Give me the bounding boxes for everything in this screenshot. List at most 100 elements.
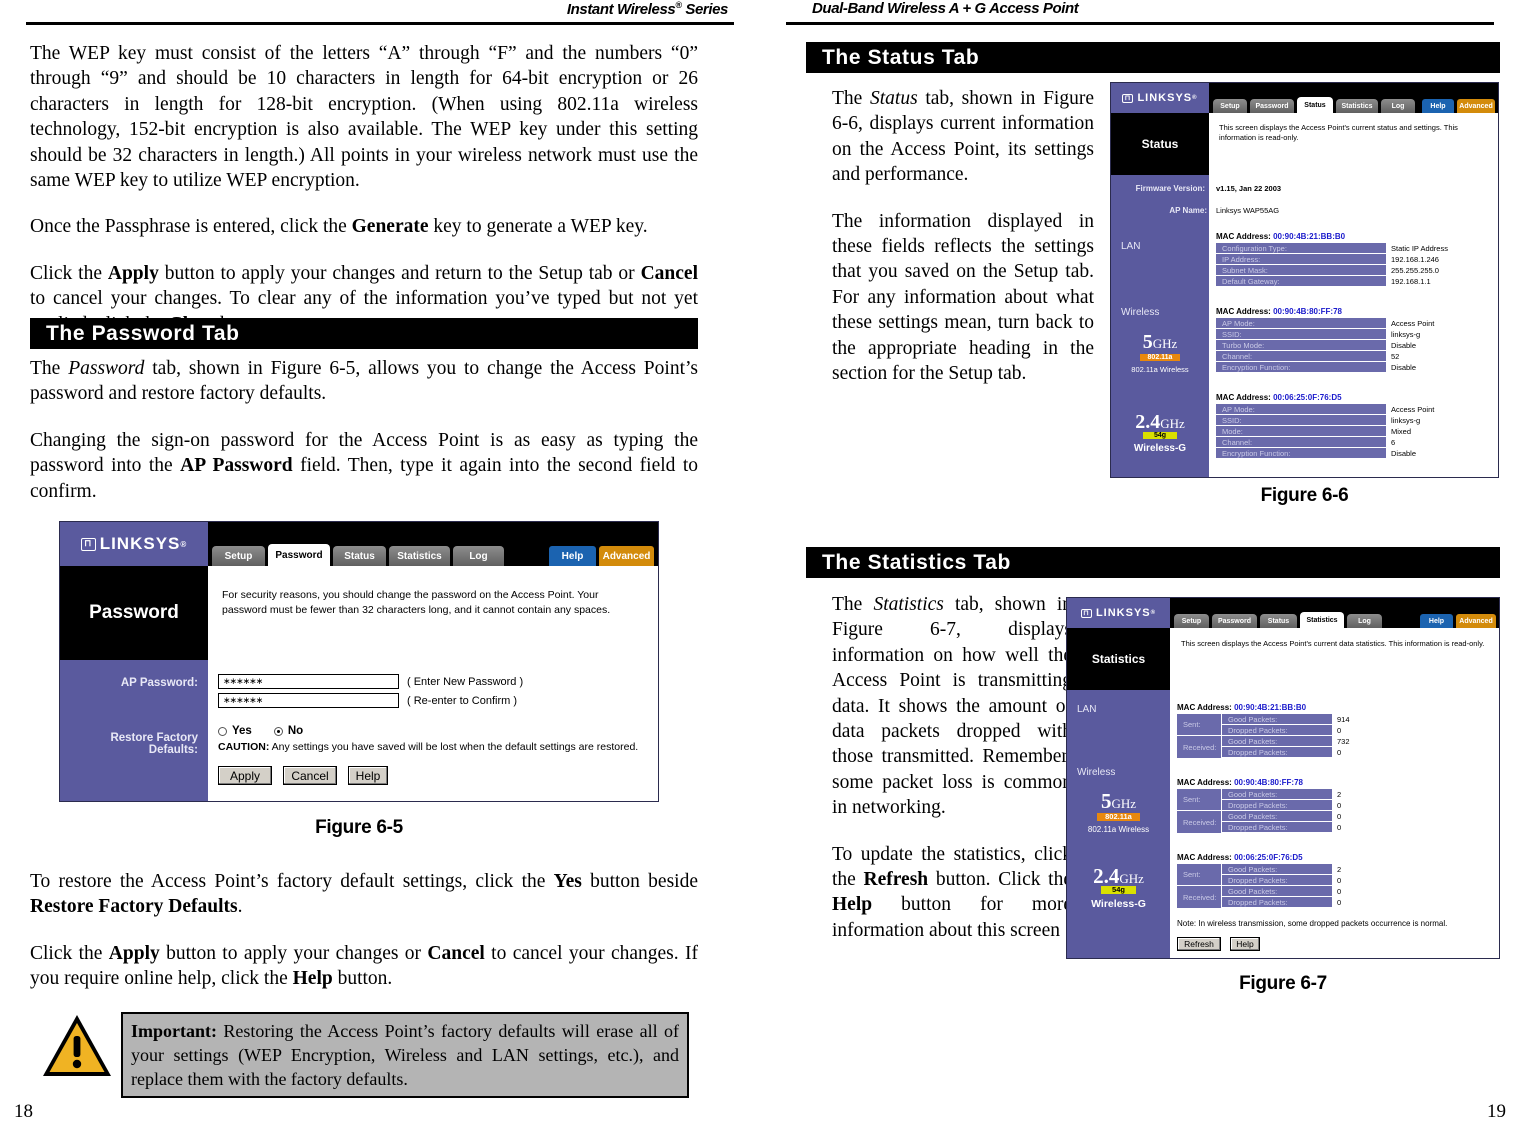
ui-main: MAC Address: 00:90:4B:21:BB:B0 Sent: Rec…	[1170, 690, 1499, 958]
running-head-left-text: Instant Wireless	[566, 1, 676, 18]
help-button[interactable]: Help	[549, 546, 596, 566]
panel-title: Password	[60, 566, 208, 660]
mac-value: 00:90:4B:21:BB:B0	[1273, 232, 1346, 241]
table-row: Encryption Function: Disable	[1216, 448, 1498, 459]
section-heading-label: The Status Tab	[822, 45, 980, 69]
tab-log[interactable]: Log	[1381, 99, 1415, 113]
radio-yes[interactable]	[218, 726, 227, 736]
panel-title: Statistics	[1067, 628, 1170, 690]
advanced-button[interactable]: Advanced	[599, 546, 654, 566]
refresh-label-ref: Refresh	[863, 869, 929, 891]
ap-name-row: AP Name: Linksys WAP55AG	[1169, 206, 1498, 215]
row-value: Access Point	[1391, 405, 1435, 414]
ui-header-row: Status This screen displays the Access P…	[1111, 113, 1498, 175]
row-value: 192.168.1.1	[1391, 277, 1431, 286]
advanced-button[interactable]: Advanced	[1457, 99, 1495, 113]
tab-password[interactable]: Password	[1212, 614, 1257, 628]
ap-password-input[interactable]: ∗∗∗∗∗∗	[218, 674, 399, 689]
text-run: .	[237, 896, 243, 918]
tab-log[interactable]: Log	[1347, 614, 1382, 628]
firmware-version-label: Firmware Version:	[1135, 184, 1205, 193]
help-form-button[interactable]: Help	[348, 766, 388, 785]
tab-log[interactable]: Log	[453, 546, 504, 566]
paragraph-change-password: Changing the sign-on password for the Ac…	[30, 428, 698, 504]
tab-status[interactable]: Status	[1297, 97, 1333, 113]
row-key: Good Packets:	[1222, 736, 1332, 747]
apply-button[interactable]: Apply	[218, 766, 272, 785]
table-row: Encryption Function: Disable	[1216, 362, 1498, 373]
radio-no[interactable]	[273, 726, 283, 736]
figure-6-5-caption: Figure 6-5	[315, 817, 403, 838]
text-run: button.	[332, 968, 393, 990]
row-key: Default Gateway:	[1216, 276, 1386, 287]
panel-description: For security reasons, you should change …	[208, 566, 658, 660]
wireless-g-stats-table: Sent: Received: Good Packets: 2 Dropped P…	[1177, 864, 1499, 908]
table-row: Dropped Packets: 0	[1222, 822, 1499, 833]
tab-status[interactable]: Status	[333, 546, 386, 566]
tab-status[interactable]: Status	[1260, 614, 1297, 628]
badge-24ghz-wireless-g: 2.4GHz 54g Wireless-G	[1111, 412, 1209, 454]
received-label: Received:	[1177, 811, 1222, 833]
lan-direction-labels: Sent: Received:	[1177, 714, 1222, 758]
tab-password[interactable]: Password	[1250, 99, 1294, 113]
paragraph-statistics-intro: The Statistics tab, shown in Figure 6-7,…	[832, 592, 1072, 821]
row-value: 732	[1337, 737, 1350, 746]
ap-password-label-ref: AP Password	[180, 455, 293, 477]
help-label-2: Help	[292, 968, 333, 990]
panel-description-text: This screen displays the Access Point's …	[1181, 639, 1485, 648]
received-label: Received:	[1177, 736, 1222, 758]
paragraph-apply-cancel-help: Click the Apply button to apply your cha…	[30, 941, 698, 992]
badge-24ghz-sub: Wireless-G	[1091, 898, 1146, 910]
advanced-button[interactable]: Advanced	[1456, 614, 1496, 628]
text-run: key to generate a WEP key.	[428, 216, 648, 238]
mac-value: 00:06:25:0F:76:D5	[1273, 393, 1342, 402]
ui-tab-strip: Setup Password Status Statistics Log Hel…	[208, 522, 658, 566]
confirm-password-row: ∗∗∗∗∗∗ ( Re-enter to Confirm )	[218, 693, 658, 708]
page-right: Dual-Band Wireless A + G Access Point Th…	[760, 0, 1520, 1129]
cancel-button[interactable]: Cancel	[283, 766, 337, 785]
page-number-right: 19	[1487, 1101, 1506, 1122]
table-row: Good Packets: 2	[1222, 864, 1499, 875]
header-rule-left	[26, 22, 734, 25]
help-form-button[interactable]: Help	[1230, 937, 1260, 951]
tab-statistics[interactable]: Statistics	[1300, 612, 1344, 628]
tab-setup[interactable]: Setup	[212, 546, 265, 566]
badge-5ghz-sub: 802.11a Wireless	[1131, 365, 1189, 374]
table-row: Good Packets: 0	[1222, 886, 1499, 897]
text-run: button beside	[581, 871, 699, 892]
row-value: Static IP Address	[1391, 244, 1448, 253]
row-key: Good Packets:	[1222, 789, 1332, 800]
wireless-a-stats-table: Sent: Received: Good Packets: 2 Dropped P…	[1177, 789, 1499, 833]
apply-label: Apply	[107, 262, 159, 284]
paragraph-passphrase: Once the Passphrase is entered, click th…	[30, 214, 698, 239]
row-value: 255.255.255.0	[1391, 266, 1439, 275]
lan-settings-table: Configuration Type: Static IP Address IP …	[1211, 243, 1498, 287]
paragraph-wep-key: The WEP key must consist of the letters …	[30, 43, 698, 192]
tab-password[interactable]: Password	[268, 544, 330, 566]
wireless-a-direction-labels: Sent: Received:	[1177, 789, 1222, 833]
paragraph-restore-defaults: To restore the Access Point’s factory de…	[30, 869, 698, 920]
row-key: SSID:	[1216, 329, 1386, 340]
row-key: SSID:	[1216, 415, 1386, 426]
sidebar-label-lan: LAN	[1077, 704, 1097, 715]
linksys-bridge-icon: ⊓	[80, 537, 96, 551]
ui-body: LAN Wireless 5GHz 802.11a 802.11a Wirele…	[1111, 175, 1498, 477]
row-value: 0	[1337, 887, 1342, 896]
left-after-figure-text: To restore the Access Point’s factory de…	[30, 869, 698, 992]
brand-name: LINKSYS	[1137, 92, 1193, 104]
important-note-text: Important: Restoring the Access Point’s …	[121, 1012, 689, 1098]
linksys-bridge-icon: ⊓	[1080, 608, 1092, 618]
help-button[interactable]: Help	[1420, 614, 1453, 628]
warning-triangle-icon	[41, 1012, 113, 1085]
tab-setup[interactable]: Setup	[1174, 614, 1209, 628]
tab-statistics[interactable]: Statistics	[389, 546, 450, 566]
statistics-tab-italic: Statistics	[873, 594, 944, 615]
ui-tab-strip: Setup Password Status Statistics Log Hel…	[1170, 598, 1499, 628]
confirm-password-input[interactable]: ∗∗∗∗∗∗	[218, 693, 399, 708]
page-left: Instant Wireless® Series The WEP key mus…	[0, 0, 760, 1129]
help-button[interactable]: Help	[1422, 99, 1454, 113]
password-tab-italic: Password	[68, 358, 145, 379]
tab-statistics[interactable]: Statistics	[1336, 99, 1378, 113]
refresh-button[interactable]: Refresh	[1177, 937, 1221, 951]
tab-setup[interactable]: Setup	[1213, 99, 1247, 113]
